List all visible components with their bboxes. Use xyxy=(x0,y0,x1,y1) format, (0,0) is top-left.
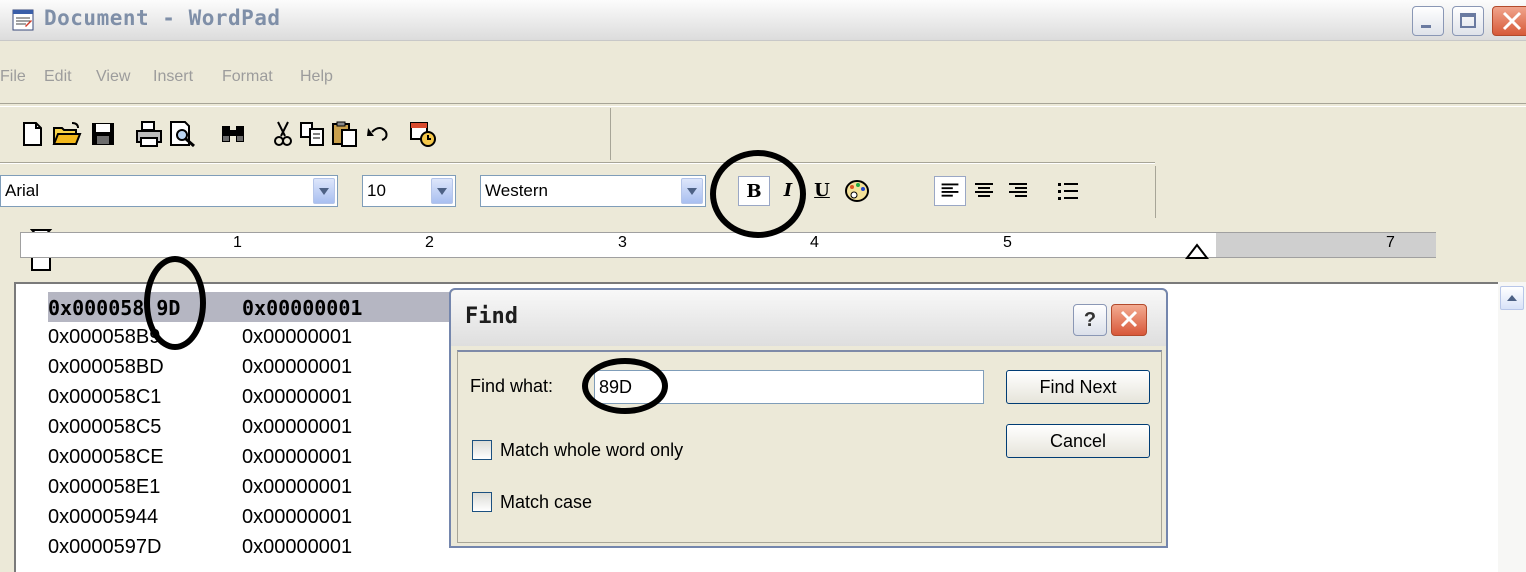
ruler[interactable]: 1 2 3 4 5 7 xyxy=(20,232,1436,258)
italic-button[interactable]: I xyxy=(772,176,804,206)
dialog-close-button[interactable] xyxy=(1111,304,1147,336)
print-icon[interactable] xyxy=(134,120,164,148)
minimize-button[interactable] xyxy=(1412,6,1444,36)
maximize-button[interactable] xyxy=(1452,6,1484,36)
cut-scissors-icon[interactable] xyxy=(268,120,298,148)
row-value: 0x00000001 xyxy=(242,386,353,408)
font-size-combo[interactable]: 10 xyxy=(362,175,456,207)
script-value: Western xyxy=(485,181,548,200)
align-left-icon[interactable] xyxy=(934,176,966,206)
chevron-down-icon[interactable] xyxy=(431,178,453,204)
save-disk-icon[interactable] xyxy=(88,120,118,148)
wordpad-app-icon xyxy=(12,9,34,31)
wordpad-window: Document - WordPad File Edit View Insert… xyxy=(0,0,1526,572)
menu-insert[interactable]: Insert xyxy=(153,68,193,86)
chevron-down-icon[interactable] xyxy=(313,178,335,204)
menu-help[interactable]: Help xyxy=(300,68,333,86)
date-time-icon[interactable] xyxy=(408,120,438,148)
toolbar-separator xyxy=(0,162,1155,164)
cancel-button[interactable]: Cancel xyxy=(1006,424,1150,458)
row-address: 0x000058CE xyxy=(48,446,164,468)
row-address: 0x00005944 xyxy=(48,506,159,528)
format-bar: Arial 10 Western B I U xyxy=(0,166,1156,218)
find-dialog-title: Find xyxy=(465,304,518,329)
ruler-number: 2 xyxy=(425,234,434,251)
font-name-combo[interactable]: Arial xyxy=(0,175,338,207)
table-row: 0x000058 9D 0x00000001 xyxy=(48,292,454,322)
match-whole-word-label: Match whole word only xyxy=(500,440,684,460)
ruler-number: 7 xyxy=(1386,234,1395,251)
menu-edit[interactable]: Edit xyxy=(44,68,72,86)
maximize-icon xyxy=(1460,13,1476,28)
find-what-label: Find what: xyxy=(470,376,554,396)
script-combo[interactable]: Western xyxy=(480,175,706,207)
find-what-value: 89D xyxy=(599,377,633,397)
paste-icon[interactable] xyxy=(330,120,360,148)
title-bar: Document - WordPad xyxy=(0,0,1526,41)
ruler-number: 1 xyxy=(233,234,242,251)
match-whole-word-checkbox[interactable] xyxy=(472,440,492,460)
row-value: 0x00000001 xyxy=(242,326,353,348)
row-value: 0x00000001 xyxy=(242,506,353,528)
print-preview-icon[interactable] xyxy=(168,120,198,148)
font-size-value: 10 xyxy=(367,181,386,200)
row-value: 0x00000001 xyxy=(242,356,353,378)
ruler-margin xyxy=(1216,233,1436,257)
menu-format[interactable]: Format xyxy=(222,68,273,86)
open-folder-icon[interactable] xyxy=(52,120,82,148)
row-address: 0x000058C1 xyxy=(48,386,162,408)
menu-view[interactable]: View xyxy=(96,68,130,86)
find-binoculars-icon[interactable] xyxy=(218,120,248,148)
row-address: 0x000058C5 xyxy=(48,416,162,438)
row-address: 0x000058E1 xyxy=(48,476,161,498)
close-icon xyxy=(1120,310,1138,328)
find-dialog-body: Find what: 89D Find Next Cancel Match wh… xyxy=(457,350,1162,543)
align-right-icon[interactable] xyxy=(1002,176,1034,206)
help-button[interactable]: ? xyxy=(1073,304,1107,336)
align-center-icon[interactable] xyxy=(968,176,1000,206)
row-value: 0x00000001 xyxy=(242,296,363,320)
menu-separator xyxy=(0,103,1526,107)
menu-file[interactable]: File xyxy=(0,68,26,86)
minimize-icon xyxy=(1421,25,1431,28)
ruler-number: 5 xyxy=(1003,234,1012,251)
match-case-checkbox[interactable] xyxy=(472,492,492,512)
ruler-number: 3 xyxy=(618,234,627,251)
row-value: 0x00000001 xyxy=(242,476,353,498)
vertical-scrollbar[interactable] xyxy=(1498,282,1526,572)
new-document-icon[interactable] xyxy=(18,120,48,148)
scroll-up-button[interactable] xyxy=(1500,286,1524,310)
chevron-down-icon[interactable] xyxy=(681,178,703,204)
underline-button[interactable]: U xyxy=(806,176,838,206)
close-button[interactable] xyxy=(1492,6,1526,36)
right-indent-marker-icon[interactable] xyxy=(1185,242,1209,260)
close-icon xyxy=(1502,11,1522,31)
row-address: 0x000058BD xyxy=(48,356,164,378)
color-palette-icon[interactable] xyxy=(842,176,874,206)
find-dialog-titlebar[interactable]: Find ? xyxy=(451,290,1166,346)
row-address: 0x000058 9D xyxy=(48,296,181,320)
ruler-number: 4 xyxy=(810,234,819,251)
bold-button[interactable]: B xyxy=(738,176,770,206)
standard-toolbar xyxy=(10,108,611,160)
find-next-button[interactable]: Find Next xyxy=(1006,370,1150,404)
row-value: 0x00000001 xyxy=(242,416,353,438)
menu-bar: File Edit View Insert Format Help xyxy=(0,63,1526,87)
row-address: 0x000058B9 xyxy=(48,326,161,348)
copy-icon[interactable] xyxy=(298,120,328,148)
match-case-label: Match case xyxy=(500,492,593,512)
row-address: 0x0000597D xyxy=(48,536,162,558)
find-dialog: Find ? Find what: 89D Find Next Cancel M… xyxy=(449,288,1168,548)
row-value: 0x00000001 xyxy=(242,536,353,558)
row-value: 0x00000001 xyxy=(242,446,353,468)
window-title: Document - WordPad xyxy=(44,6,281,30)
bullets-icon[interactable] xyxy=(1052,176,1084,206)
font-name-value: Arial xyxy=(5,181,40,200)
find-what-input[interactable]: 89D xyxy=(594,370,984,404)
undo-icon[interactable] xyxy=(364,120,394,148)
